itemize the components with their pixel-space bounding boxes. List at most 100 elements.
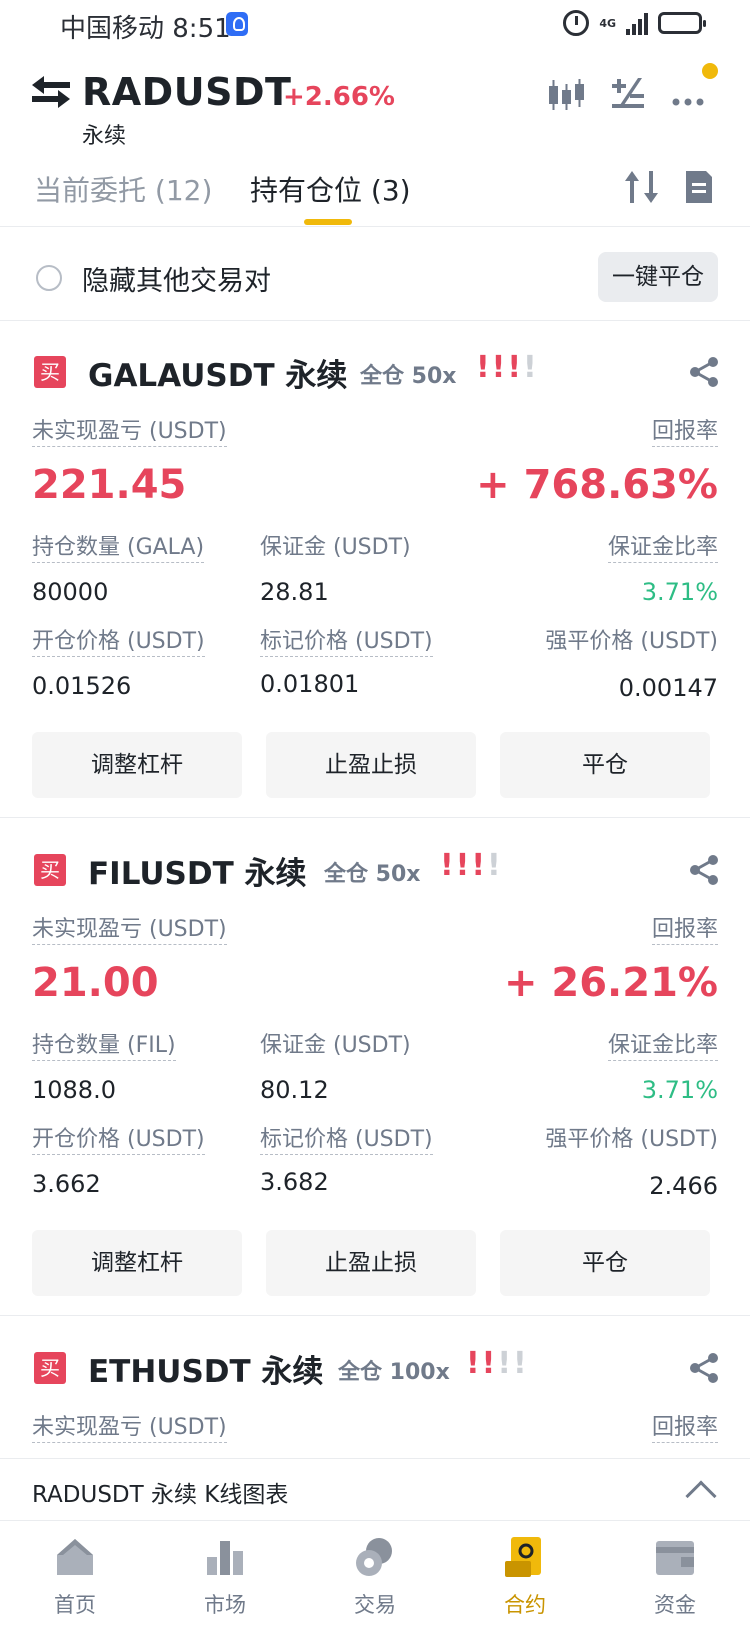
margin-ratio-value: 3.71% [641, 1076, 718, 1104]
close-position-button[interactable]: 平仓 [500, 732, 710, 798]
kline-chart-label: RADUSDT 永续 K线图表 [32, 1482, 289, 1508]
position-card: 买 GALAUSDT 永续 全仓 50x !!!! 未实现盈亏 (USDT) 回… [0, 322, 750, 818]
margin-label: 保证金 (USDT) [260, 535, 411, 560]
more-icon[interactable] [670, 74, 710, 114]
signal-icon [626, 11, 648, 35]
size-value: 80000 [32, 578, 109, 606]
unrealized-pnl-label[interactable]: 未实现盈亏 (USDT) [32, 916, 227, 945]
nav-futures[interactable]: 合约 [450, 1529, 600, 1625]
unrealized-pnl-value: 221.45 [32, 462, 187, 508]
liq-price-label: 强平价格 (USDT) [545, 1127, 718, 1152]
nav-home[interactable]: 首页 [0, 1529, 150, 1625]
tab-open-orders[interactable]: 当前委托 (12) [34, 169, 212, 209]
size-value: 1088.0 [32, 1076, 116, 1104]
risk-indicator: !!!! [466, 1346, 529, 1381]
home-icon [57, 1539, 93, 1575]
position-card: 买 ETHUSDT 永续 全仓 100x !!!! 未实现盈亏 (USDT) 回… [0, 1318, 750, 1458]
margin-value: 28.81 [260, 578, 329, 606]
size-label[interactable]: 持仓数量 (FIL) [32, 1032, 176, 1061]
roe-label[interactable]: 回报率 [651, 916, 718, 945]
nav-wallet-label: 资金 [654, 1593, 696, 1617]
entry-price-label[interactable]: 开仓价格 (USDT) [32, 1126, 205, 1155]
close-all-button[interactable]: 一键平仓 [598, 252, 718, 302]
mark-price-value: 3.682 [260, 1168, 329, 1196]
notification-bulb-icon [226, 12, 248, 36]
tp-sl-button[interactable]: 止盈止损 [266, 732, 476, 798]
unrealized-pnl-label[interactable]: 未实现盈亏 (USDT) [32, 1414, 227, 1443]
margin-label: 保证金 (USDT) [260, 1033, 411, 1058]
alarm-icon [563, 10, 590, 36]
battery-icon [658, 12, 706, 34]
mark-price-label[interactable]: 标记价格 (USDT) [260, 1126, 433, 1155]
margin-mode[interactable]: 全仓 50x [324, 856, 420, 888]
trade-icon [356, 1538, 392, 1576]
roe-label[interactable]: 回报率 [651, 1414, 718, 1443]
position-symbol[interactable]: GALAUSDT 永续 [88, 350, 347, 395]
margin-ratio-label[interactable]: 保证金比率 [607, 1032, 718, 1061]
share-icon[interactable] [688, 1352, 720, 1384]
nav-futures-label: 合约 [504, 1593, 546, 1617]
nav-trade-label: 交易 [354, 1593, 396, 1617]
document-icon[interactable] [678, 167, 718, 207]
mark-price-label[interactable]: 标记价格 (USDT) [260, 628, 433, 657]
nav-market[interactable]: 市场 [150, 1529, 300, 1625]
calculator-icon[interactable] [608, 74, 648, 114]
hide-other-pairs-radio[interactable] [36, 265, 62, 291]
share-icon[interactable] [688, 356, 720, 388]
adjust-leverage-button[interactable]: 调整杠杆 [32, 732, 242, 798]
close-position-button[interactable]: 平仓 [500, 1230, 710, 1296]
status-bar: 中国移动 8:51 4G [0, 0, 750, 50]
unrealized-pnl-label[interactable]: 未实现盈亏 (USDT) [32, 418, 227, 447]
entry-price-label[interactable]: 开仓价格 (USDT) [32, 628, 205, 657]
nav-trade[interactable]: 交易 [300, 1529, 450, 1625]
unrealized-pnl-value: 21.00 [32, 960, 159, 1006]
margin-mode[interactable]: 全仓 100x [338, 1354, 450, 1386]
risk-indicator: !!!! [476, 350, 539, 385]
wallet-icon [656, 1541, 694, 1575]
tp-sl-button[interactable]: 止盈止损 [266, 1230, 476, 1296]
position-symbol[interactable]: FILUSDT 永续 [88, 848, 307, 893]
hide-other-pairs-label: 隐藏其他交易对 [82, 266, 271, 297]
roe-value: + 768.63% [476, 462, 718, 508]
active-tab-indicator [304, 219, 352, 225]
swap-pair-icon[interactable] [30, 74, 72, 110]
chevron-up-icon[interactable] [685, 1480, 717, 1512]
market-icon [207, 1541, 243, 1575]
margin-mode[interactable]: 全仓 50x [360, 358, 456, 390]
buy-tag: 买 [34, 854, 66, 886]
entry-price-value: 3.662 [32, 1170, 101, 1198]
carrier-time: 中国移动 8:51 [60, 14, 231, 44]
kline-chart-bar[interactable]: RADUSDT 永续 K线图表 [0, 1458, 750, 1520]
nav-market-label: 市场 [204, 1593, 246, 1617]
nav-wallet[interactable]: 资金 [600, 1529, 750, 1625]
adjust-leverage-button[interactable]: 调整杠杆 [32, 1230, 242, 1296]
share-icon[interactable] [688, 854, 720, 886]
sort-icon[interactable] [622, 167, 662, 207]
tab-positions[interactable]: 持有仓位 (3) [250, 169, 411, 209]
liq-price-value: 2.466 [649, 1172, 718, 1200]
margin-value: 80.12 [260, 1076, 329, 1104]
size-label[interactable]: 持仓数量 (GALA) [32, 534, 205, 563]
futures-icon [505, 1537, 541, 1577]
price-change: +2.66% [283, 82, 395, 112]
entry-price-value: 0.01526 [32, 672, 132, 700]
roe-label[interactable]: 回报率 [651, 418, 718, 447]
margin-ratio-label[interactable]: 保证金比率 [607, 534, 718, 563]
buy-tag: 买 [34, 356, 66, 388]
mark-price-value: 0.01801 [260, 670, 360, 698]
notification-dot [702, 63, 718, 79]
liq-price-label: 强平价格 (USDT) [545, 629, 718, 654]
network-label: 4G [599, 16, 616, 30]
position-symbol[interactable]: ETHUSDT 永续 [88, 1346, 323, 1391]
roe-value: + 26.21% [503, 960, 718, 1006]
margin-ratio-value: 3.71% [641, 578, 718, 606]
order-tabs: 当前委托 (12) 持有仓位 (3) [0, 155, 750, 227]
pair-header: RADUSDT +2.66% 永续 [0, 60, 750, 150]
bottom-nav: 首页 市场 交易 合约 资金 [0, 1520, 750, 1625]
pair-title[interactable]: RADUSDT [82, 70, 291, 114]
nav-home-label: 首页 [54, 1593, 96, 1617]
hide-other-pairs-row: 隐藏其他交易对 一键平仓 [0, 235, 750, 321]
buy-tag: 买 [34, 1352, 66, 1384]
candlestick-icon[interactable] [546, 74, 586, 114]
position-card: 买 FILUSDT 永续 全仓 50x !!!! 未实现盈亏 (USDT) 回报… [0, 820, 750, 1316]
